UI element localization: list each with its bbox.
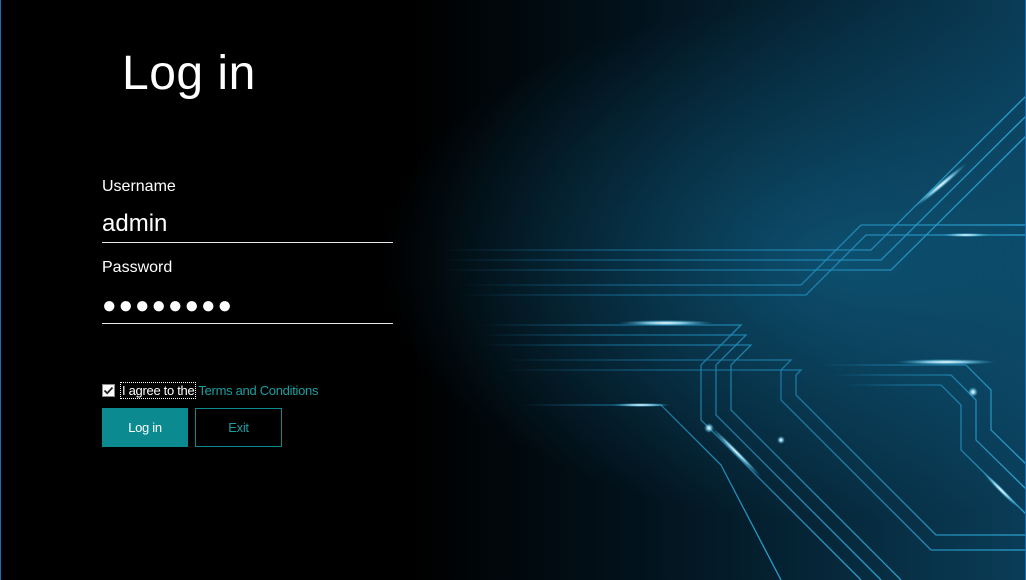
agree-label[interactable]: I agree to the: [119, 381, 197, 399]
page-title: Log in: [122, 47, 256, 100]
username-label: Username: [102, 178, 176, 195]
terms-link[interactable]: Terms and Conditions: [198, 383, 318, 398]
agree-checkbox[interactable]: [102, 383, 115, 397]
checkmark-icon: [103, 386, 114, 394]
terms-agreement: I agree to the Terms and Conditions: [102, 381, 318, 399]
login-window: Log in Username Password I agree to the …: [0, 0, 1026, 580]
password-label: Password: [102, 259, 173, 276]
password-field[interactable]: [102, 288, 393, 324]
login-button[interactable]: Log in: [102, 408, 188, 447]
exit-button[interactable]: Exit: [195, 408, 282, 447]
username-field[interactable]: [102, 206, 393, 243]
